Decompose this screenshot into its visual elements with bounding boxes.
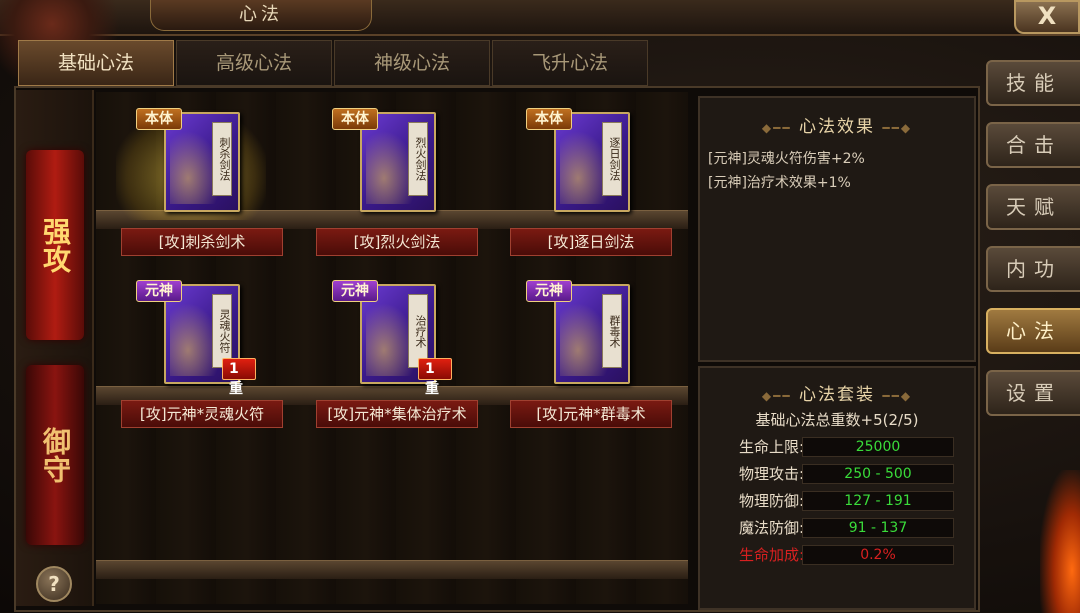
cover-title: 群毒术 — [602, 294, 622, 368]
book-slot-4[interactable]: 灵魂火符 元神 1重 — [126, 262, 256, 422]
tab-ascension-xinfa[interactable]: 飞升心法 — [492, 40, 648, 86]
window-title-plate: 心法 — [150, 0, 372, 31]
fire-decoration — [1040, 470, 1080, 613]
category-attack[interactable]: 强攻 — [26, 150, 84, 340]
book-tag: 元神 — [332, 280, 378, 302]
close-button[interactable]: X — [1014, 0, 1080, 34]
stat-label: 物理攻击: — [738, 465, 804, 483]
effect-line: [元神]灵魂火符伤害+2% — [708, 151, 865, 167]
set-progress: 基础心法总重数+5(2/5) — [755, 411, 919, 429]
stat-value: 127 - 191 — [802, 491, 954, 511]
ornament-right: ━━◆ — [882, 121, 913, 135]
cover-title: 治疗术 — [408, 294, 428, 368]
stat-label: 物理防御: — [738, 492, 804, 510]
book-tag: 本体 — [332, 108, 378, 130]
category-defense[interactable]: 御守 — [26, 365, 84, 545]
effects-panel-title: 心法效果 — [799, 117, 875, 137]
stat-value: 91 - 137 — [802, 518, 954, 538]
book-slot-2[interactable]: 烈火剑法 本体 — [322, 90, 452, 250]
book-tag: 本体 — [526, 108, 572, 130]
book-tag: 元神 — [136, 280, 182, 302]
set-panel-title-row: ◆━━ 心法套装 ━━◆ — [700, 380, 974, 405]
book-slot-5[interactable]: 治疗术 元神 1重 — [322, 262, 452, 422]
stat-row-pdef: 物理防御: 127 - 191 — [714, 490, 964, 512]
xinfa-window: 心法 X 基础心法 高级心法 神级心法 飞升心法 强攻 御守 ? 刺杀剑法 本体… — [0, 0, 1080, 613]
stat-row-hp: 生命上限: 25000 — [714, 436, 964, 458]
effects-panel-title-row: ◆━━ 心法效果 ━━◆ — [700, 112, 974, 137]
stat-row-hp-bonus: 生命加成: 0.2% — [714, 544, 964, 566]
tab-bar: 基础心法 高级心法 神级心法 飞升心法 — [18, 40, 648, 86]
tab-divine-xinfa[interactable]: 神级心法 — [334, 40, 490, 86]
side-menu-talent[interactable]: 天赋 — [986, 184, 1080, 230]
stat-row-mdef: 魔法防御: 91 - 137 — [714, 517, 964, 539]
side-menu-xinfa[interactable]: 心法 — [986, 308, 1080, 354]
book-tag: 本体 — [136, 108, 182, 130]
effects-panel: ◆━━ 心法效果 ━━◆ [元神]灵魂火符伤害+2% [元神]治疗术效果+1% — [698, 96, 976, 362]
book-name-2[interactable]: [攻]烈火剑法 — [316, 228, 478, 256]
book-name-4[interactable]: [攻]元神*灵魂火符 — [121, 400, 283, 428]
book-tag: 元神 — [526, 280, 572, 302]
level-badge: 1重 — [222, 358, 256, 397]
side-menu-settings[interactable]: 设置 — [986, 370, 1080, 416]
book-name-3[interactable]: [攻]逐日剑法 — [510, 228, 672, 256]
cover-title: 灵魂火符 — [212, 294, 232, 368]
set-bonus-panel: ◆━━ 心法套装 ━━◆ 基础心法总重数+5(2/5) 生命上限: 25000 … — [698, 366, 976, 610]
ornament-right: ━━◆ — [882, 389, 913, 403]
book-slot-6[interactable]: 群毒术 元神 — [516, 262, 646, 422]
book-name-5[interactable]: [攻]元神*集体治疗术 — [316, 400, 478, 428]
side-menu-skills[interactable]: 技能 — [986, 60, 1080, 106]
tab-basic-xinfa[interactable]: 基础心法 — [18, 40, 174, 86]
stat-label: 魔法防御: — [738, 519, 804, 537]
stat-label: 生命加成: — [738, 546, 804, 564]
stat-value: 25000 — [802, 437, 954, 457]
level-badge: 1重 — [418, 358, 452, 397]
cover-title: 烈火剑法 — [408, 122, 428, 196]
stat-value: 0.2% — [802, 545, 954, 565]
book-slot-3[interactable]: 逐日剑法 本体 — [516, 90, 646, 250]
cover-title: 逐日剑法 — [602, 122, 622, 196]
category-defense-label: 御守 — [39, 427, 72, 483]
stat-row-patk: 物理攻击: 250 - 500 — [714, 463, 964, 485]
stat-value: 250 - 500 — [802, 464, 954, 484]
help-button[interactable]: ? — [36, 566, 72, 602]
book-name-6[interactable]: [攻]元神*群毒术 — [510, 400, 672, 428]
window-title: 心法 — [239, 4, 283, 25]
ornament-left: ◆━━ — [761, 389, 792, 403]
cover-title: 刺杀剑法 — [212, 122, 232, 196]
set-panel-title: 心法套装 — [799, 385, 875, 405]
category-attack-label: 强攻 — [39, 217, 72, 273]
side-menu-combo[interactable]: 合击 — [986, 122, 1080, 168]
book-slot-1[interactable]: 刺杀剑法 本体 — [116, 90, 266, 250]
ornament-left: ◆━━ — [761, 121, 792, 135]
side-menu-inner-power[interactable]: 内功 — [986, 246, 1080, 292]
effect-line: [元神]治疗术效果+1% — [708, 175, 851, 191]
shelf-row-3 — [96, 560, 688, 579]
book-name-1[interactable]: [攻]刺杀剑术 — [121, 228, 283, 256]
tab-advanced-xinfa[interactable]: 高级心法 — [176, 40, 332, 86]
stat-label: 生命上限: — [738, 438, 804, 456]
